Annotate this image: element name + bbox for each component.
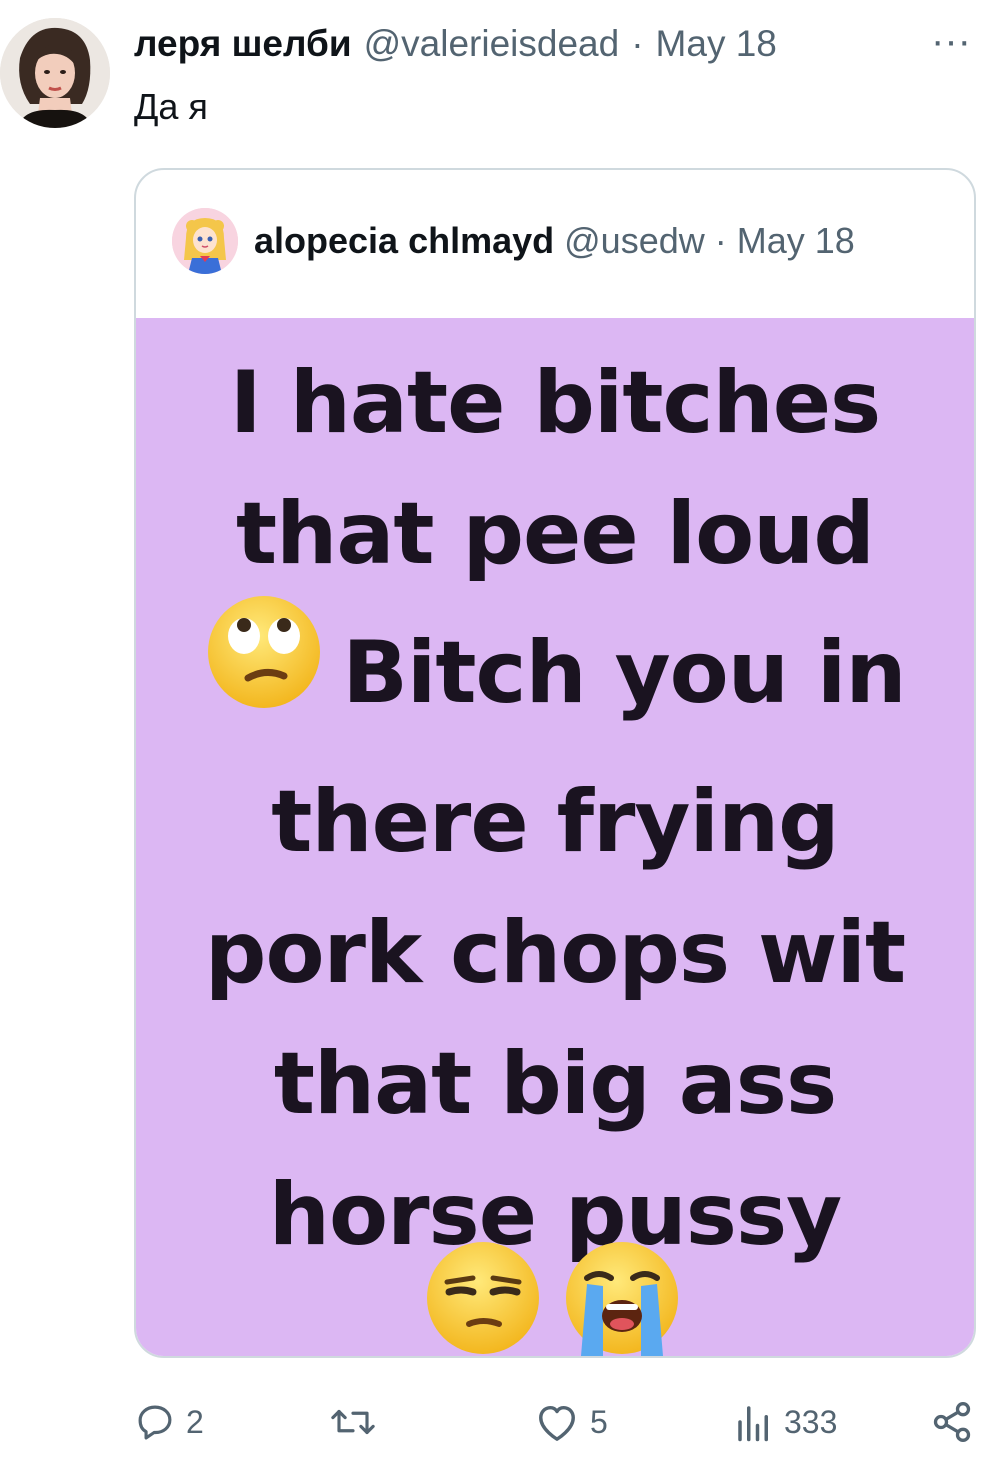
heart-icon — [539, 1405, 575, 1441]
quoted-header-separator: · — [714, 220, 727, 261]
meme-emoji-row — [136, 1238, 974, 1356]
reply-icon — [138, 1405, 172, 1440]
quoted-avatar-image — [172, 208, 238, 274]
share-icon — [933, 1402, 971, 1442]
tweet-text: Да я — [134, 86, 208, 127]
author-avatar[interactable] — [0, 18, 110, 128]
author-display-name[interactable]: леря шелби — [134, 23, 352, 65]
reply-count: 2 — [186, 1403, 204, 1440]
quoted-author-avatar[interactable] — [172, 208, 238, 274]
quoted-author-handle[interactable]: @usedw — [564, 220, 705, 262]
quoted-tweet-card[interactable]: alopecia chlmayd @usedw · May 18 I hate … — [134, 168, 976, 1358]
reply-button[interactable]: 2 — [134, 1392, 204, 1452]
tweet-header: леря шелби @valerieisdead · May 18 — [134, 20, 777, 68]
quoted-tweet-header: alopecia chlmayd @usedw · May 18 — [172, 206, 855, 276]
quoted-tweet-date[interactable]: May 18 — [737, 220, 855, 262]
retweet-icon — [331, 1409, 375, 1435]
meme-text-block: I hate bitches that pee loud Bitch you i… — [136, 338, 974, 1281]
views-count: 333 — [784, 1403, 838, 1440]
author-handle[interactable]: @valerieisdead — [364, 23, 620, 65]
quoted-author-display-name[interactable]: alopecia chlmayd — [254, 220, 554, 262]
meme-line: that big ass — [273, 1034, 837, 1134]
views-button[interactable]: 333 — [734, 1392, 837, 1452]
unamused-face-emoji-icon — [423, 1238, 543, 1356]
quoted-tweet-image[interactable]: I hate bitches that pee loud Bitch you i… — [136, 318, 974, 1356]
header-separator: · — [631, 23, 644, 64]
more-options-button[interactable]: ··· — [931, 21, 971, 61]
like-button[interactable]: 5 — [534, 1392, 608, 1452]
meme-line: that pee loud — [236, 484, 875, 584]
tweet-date[interactable]: May 18 — [656, 23, 777, 65]
eye-roll-emoji-icon — [204, 592, 324, 749]
author-avatar-image — [0, 18, 110, 128]
views-icon — [738, 1406, 768, 1442]
meme-line: pork chops wit — [204, 903, 906, 1003]
like-count: 5 — [590, 1403, 608, 1440]
meme-line-text: Bitch you in — [342, 622, 906, 723]
share-button[interactable] — [930, 1392, 974, 1452]
meme-line: I hate bitches — [229, 353, 881, 453]
tweet-action-bar: 2 5 333 — [134, 1392, 984, 1452]
meme-line-with-emoji: Bitch you in — [136, 596, 974, 757]
loudly-crying-face-emoji-icon — [557, 1238, 687, 1356]
retweet-button[interactable] — [330, 1392, 386, 1452]
meme-line: there frying — [271, 772, 840, 872]
